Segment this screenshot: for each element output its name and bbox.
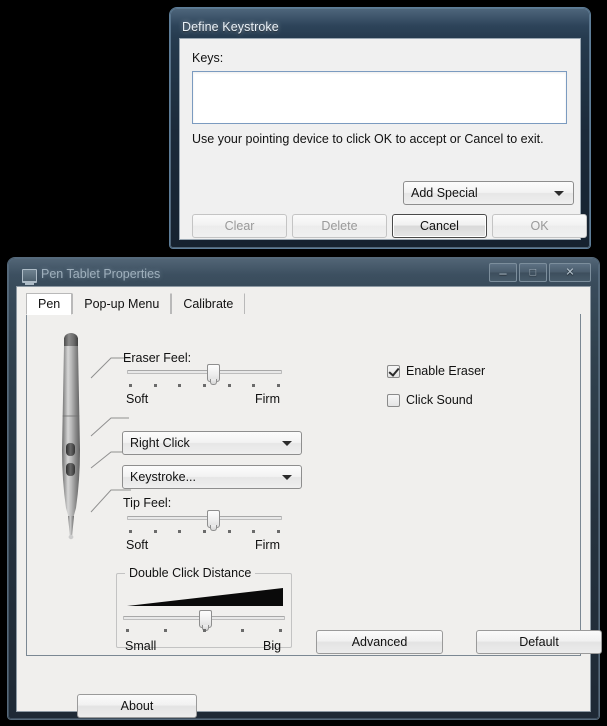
delete-button[interactable]: Delete <box>292 214 387 238</box>
tick-mark <box>178 530 182 533</box>
tab-strip: Pen Pop-up Menu Calibrate <box>26 293 581 315</box>
tab-strip-filler <box>245 293 581 315</box>
tab-popup-menu[interactable]: Pop-up Menu <box>72 293 172 315</box>
pen-tablet-properties-window: Pen Tablet Properties – □ ✕ Pen Pop-up M… <box>8 258 602 719</box>
tick-mark <box>227 530 231 533</box>
tab-popup-menu-label: Pop-up Menu <box>84 297 160 311</box>
maximize-button[interactable]: □ <box>519 263 547 282</box>
tick-mark <box>252 384 256 387</box>
define-keystroke-dialog: Define Keystroke Keys: Use your pointing… <box>170 8 590 248</box>
upper-side-switch-dropdown[interactable]: Right Click <box>122 431 302 455</box>
tick-mark <box>178 384 182 387</box>
chevron-down-icon <box>282 441 292 446</box>
add-special-dropdown[interactable]: Add Special <box>403 181 574 205</box>
click-sound-checkbox[interactable] <box>387 394 400 407</box>
tick-mark <box>202 384 206 387</box>
eraser-feel-max-label: Firm <box>255 392 280 406</box>
dialog-body: Keys: Use your pointing device to click … <box>179 38 587 240</box>
tip-feel-slider-track <box>127 516 282 520</box>
tab-pen[interactable]: Pen <box>26 293 73 315</box>
tick-mark <box>164 629 168 632</box>
add-special-dropdown-value: Add Special <box>411 186 478 200</box>
double-click-distance-group: Double Click Distance <box>116 566 292 648</box>
tick-mark <box>202 629 206 632</box>
eraser-feel-slider[interactable] <box>127 364 282 385</box>
double-click-distance-min-label: Small <box>125 639 157 653</box>
tick-mark <box>240 629 244 632</box>
tip-feel-ticks <box>129 530 280 533</box>
tip-feel-min-label: Soft <box>126 538 149 552</box>
tick-mark <box>276 530 280 533</box>
double-click-distance-slider-thumb[interactable] <box>199 610 212 631</box>
keys-label: Keys: <box>192 51 224 65</box>
tip-feel-label: Tip Feel: <box>123 496 172 510</box>
tick-mark <box>153 530 157 533</box>
dialog-title: Define Keystroke <box>182 20 279 34</box>
double-click-distance-max-label: Big <box>263 639 282 653</box>
tab-pen-label: Pen <box>38 297 61 311</box>
monitor-icon <box>22 269 37 285</box>
double-click-distance-label: Double Click Distance <box>125 566 256 580</box>
tick-mark <box>126 629 129 632</box>
double-click-distance-wedge-graphic <box>127 588 283 606</box>
window-controls: – □ ✕ <box>489 263 591 282</box>
ok-button[interactable]: OK <box>492 214 587 238</box>
tick-mark <box>227 384 231 387</box>
tick-mark <box>276 384 280 387</box>
minimize-button[interactable]: – <box>489 263 517 282</box>
window-title: Pen Tablet Properties <box>41 267 161 281</box>
tab-calibrate[interactable]: Calibrate <box>171 293 246 315</box>
keys-input-value <box>193 72 566 80</box>
eraser-feel-min-label: Soft <box>126 392 149 406</box>
chevron-down-icon <box>554 191 564 196</box>
tick-mark <box>279 629 282 632</box>
eraser-feel-slider-track <box>127 370 282 374</box>
tick-mark <box>153 384 157 387</box>
double-click-distance-ticks <box>126 629 282 632</box>
window-client-area: Pen Pop-up Menu Calibrate Eraser Feel: S… <box>16 286 602 718</box>
tick-mark <box>129 530 132 533</box>
eraser-feel-slider-thumb[interactable] <box>207 364 221 385</box>
tab-calibrate-label: Calibrate <box>183 297 234 311</box>
close-icon: ✕ <box>565 266 575 278</box>
enable-eraser-checkbox[interactable] <box>387 365 400 378</box>
eraser-feel-label: Eraser Feel: <box>123 351 192 365</box>
tick-mark <box>202 530 206 533</box>
tip-feel-slider-thumb[interactable] <box>207 510 221 531</box>
cancel-button[interactable]: Cancel <box>392 214 487 238</box>
maximize-icon: □ <box>529 266 537 278</box>
upper-side-switch-value: Right Click <box>130 436 190 450</box>
close-button[interactable]: ✕ <box>549 263 591 282</box>
dialog-hint: Use your pointing device to click OK to … <box>192 132 544 146</box>
default-button[interactable]: Default <box>476 630 602 654</box>
advanced-button[interactable]: Advanced <box>316 630 443 654</box>
minimize-icon: – <box>499 265 507 280</box>
tick-mark <box>129 384 132 387</box>
eraser-feel-ticks <box>129 384 280 387</box>
lower-side-switch-value: Keystroke... <box>130 470 196 484</box>
lower-side-switch-dropdown[interactable]: Keystroke... <box>122 465 302 489</box>
double-click-distance-slider[interactable] <box>123 610 285 631</box>
enable-eraser-label: Enable Eraser <box>406 364 486 378</box>
chevron-down-icon <box>282 475 292 480</box>
clear-button[interactable]: Clear <box>192 214 287 238</box>
pen-tab-panel: Eraser Feel: Soft Firm Enable Eraser Cli… <box>26 314 602 656</box>
tick-mark <box>252 530 256 533</box>
tip-feel-max-label: Firm <box>255 538 280 552</box>
click-sound-label: Click Sound <box>406 393 473 407</box>
keys-input[interactable] <box>192 71 567 124</box>
tip-feel-slider[interactable] <box>127 510 282 531</box>
about-button[interactable]: About <box>77 694 197 718</box>
